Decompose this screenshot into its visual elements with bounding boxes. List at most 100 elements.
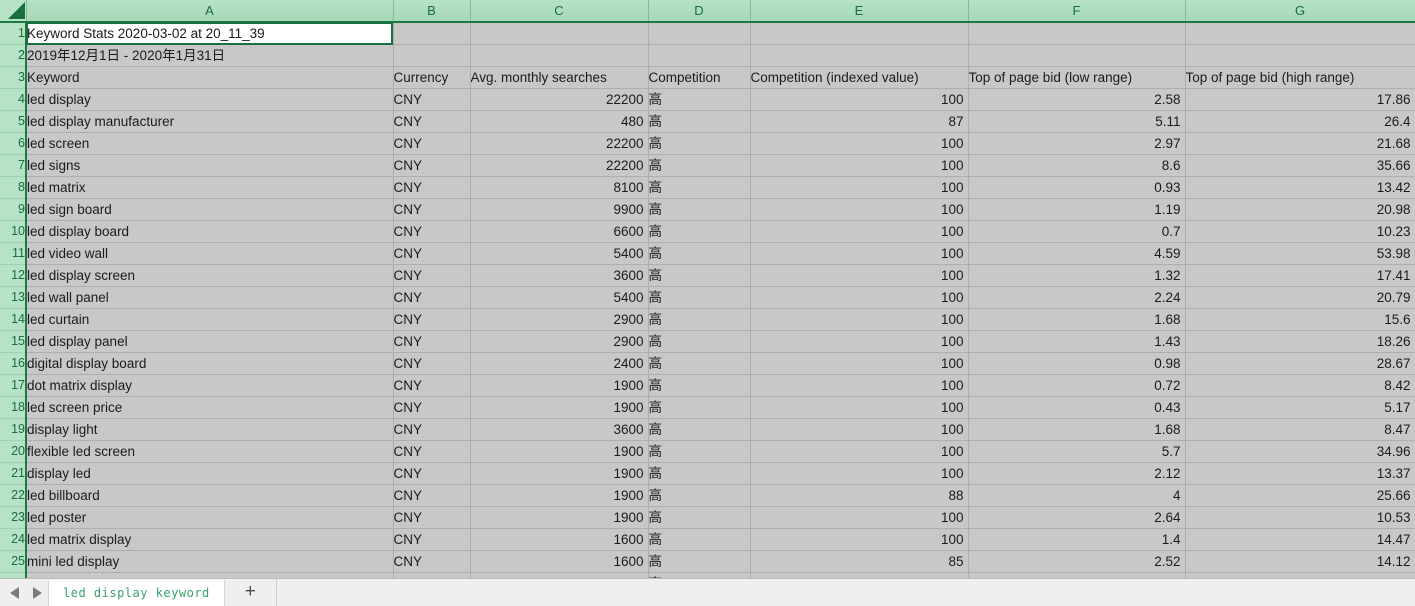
cell-B20[interactable]: CNY <box>393 441 470 463</box>
cell-A8[interactable]: led matrix <box>26 177 393 199</box>
cell-A3[interactable]: Keyword <box>26 67 393 89</box>
cell-B22[interactable]: CNY <box>393 485 470 507</box>
cell-C1[interactable] <box>470 22 648 45</box>
row-header-15[interactable]: 15 <box>0 331 26 353</box>
cell-E14[interactable]: 100 <box>750 309 968 331</box>
cell-D6[interactable]: 高 <box>648 133 750 155</box>
cell-F6[interactable]: 2.97 <box>968 133 1185 155</box>
cell-B13[interactable]: CNY <box>393 287 470 309</box>
row-header-19[interactable]: 19 <box>0 419 26 441</box>
cell-B15[interactable]: CNY <box>393 331 470 353</box>
cell-F4[interactable]: 2.58 <box>968 89 1185 111</box>
row-header-23[interactable]: 23 <box>0 507 26 529</box>
cell-B21[interactable]: CNY <box>393 463 470 485</box>
cell-D16[interactable]: 高 <box>648 353 750 375</box>
cell-F18[interactable]: 0.43 <box>968 397 1185 419</box>
cell-G14[interactable]: 15.6 <box>1185 309 1415 331</box>
row-header-3[interactable]: 3 <box>0 67 26 89</box>
row-header-7[interactable]: 7 <box>0 155 26 177</box>
column-header-a[interactable]: A <box>26 0 393 22</box>
cell-C9[interactable]: 9900 <box>470 199 648 221</box>
cell-C17[interactable]: 1900 <box>470 375 648 397</box>
cell-B9[interactable]: CNY <box>393 199 470 221</box>
cell-A24[interactable]: led matrix display <box>26 529 393 551</box>
cell-B16[interactable]: CNY <box>393 353 470 375</box>
column-header-b[interactable]: B <box>393 0 470 22</box>
cell-E10[interactable]: 100 <box>750 221 968 243</box>
cell-B24[interactable]: CNY <box>393 529 470 551</box>
cell-F20[interactable]: 5.7 <box>968 441 1185 463</box>
cell-F17[interactable]: 0.72 <box>968 375 1185 397</box>
cell-E12[interactable]: 100 <box>750 265 968 287</box>
cell-E4[interactable]: 100 <box>750 89 968 111</box>
cell-E23[interactable]: 100 <box>750 507 968 529</box>
row-header-5[interactable]: 5 <box>0 111 26 133</box>
cell-G12[interactable]: 17.41 <box>1185 265 1415 287</box>
cell-G5[interactable]: 26.4 <box>1185 111 1415 133</box>
cell-B23[interactable]: CNY <box>393 507 470 529</box>
cell-D24[interactable]: 高 <box>648 529 750 551</box>
cell-A21[interactable]: display led <box>26 463 393 485</box>
cell-C10[interactable]: 6600 <box>470 221 648 243</box>
cell-G11[interactable]: 53.98 <box>1185 243 1415 265</box>
cell-C19[interactable]: 3600 <box>470 419 648 441</box>
cell-B6[interactable]: CNY <box>393 133 470 155</box>
cell-C2[interactable] <box>470 45 648 67</box>
cell-F11[interactable]: 4.59 <box>968 243 1185 265</box>
cell-C22[interactable]: 1900 <box>470 485 648 507</box>
cell-B4[interactable]: CNY <box>393 89 470 111</box>
row-header-25[interactable]: 25 <box>0 551 26 573</box>
cell-D15[interactable]: 高 <box>648 331 750 353</box>
row-header-1[interactable]: 1 <box>0 22 26 45</box>
cell-D19[interactable]: 高 <box>648 419 750 441</box>
row-header-24[interactable]: 24 <box>0 529 26 551</box>
cell-C15[interactable]: 2900 <box>470 331 648 353</box>
cell-G6[interactable]: 21.68 <box>1185 133 1415 155</box>
cell-E7[interactable]: 100 <box>750 155 968 177</box>
cell-F2[interactable] <box>968 45 1185 67</box>
cell-A17[interactable]: dot matrix display <box>26 375 393 397</box>
cell-A23[interactable]: led poster <box>26 507 393 529</box>
cell-G25[interactable]: 14.12 <box>1185 551 1415 573</box>
cell-B14[interactable]: CNY <box>393 309 470 331</box>
cell-E19[interactable]: 100 <box>750 419 968 441</box>
cell-G1[interactable] <box>1185 22 1415 45</box>
cell-E3[interactable]: Competition (indexed value) <box>750 67 968 89</box>
cell-E2[interactable] <box>750 45 968 67</box>
cell-D20[interactable]: 高 <box>648 441 750 463</box>
cell-G22[interactable]: 25.66 <box>1185 485 1415 507</box>
column-header-c[interactable]: C <box>470 0 648 22</box>
cell-A10[interactable]: led display board <box>26 221 393 243</box>
cell-C8[interactable]: 8100 <box>470 177 648 199</box>
cell-A18[interactable]: led screen price <box>26 397 393 419</box>
cell-G4[interactable]: 17.86 <box>1185 89 1415 111</box>
cell-A1[interactable]: Keyword Stats 2020-03-02 at 20_11_39 <box>26 22 393 45</box>
cell-G9[interactable]: 20.98 <box>1185 199 1415 221</box>
cell-E17[interactable]: 100 <box>750 375 968 397</box>
cell-E5[interactable]: 87 <box>750 111 968 133</box>
cell-G2[interactable] <box>1185 45 1415 67</box>
cell-C24[interactable]: 1600 <box>470 529 648 551</box>
cell-E20[interactable]: 100 <box>750 441 968 463</box>
cell-F22[interactable]: 4 <box>968 485 1185 507</box>
next-sheet-arrow-icon[interactable] <box>33 587 42 599</box>
cell-G10[interactable]: 10.23 <box>1185 221 1415 243</box>
cell-D14[interactable]: 高 <box>648 309 750 331</box>
cell-E24[interactable]: 100 <box>750 529 968 551</box>
cell-B11[interactable]: CNY <box>393 243 470 265</box>
cell-D25[interactable]: 高 <box>648 551 750 573</box>
row-header-12[interactable]: 12 <box>0 265 26 287</box>
cell-C18[interactable]: 1900 <box>470 397 648 419</box>
cell-D11[interactable]: 高 <box>648 243 750 265</box>
row-header-8[interactable]: 8 <box>0 177 26 199</box>
cell-C5[interactable]: 480 <box>470 111 648 133</box>
cell-E9[interactable]: 100 <box>750 199 968 221</box>
cell-C21[interactable]: 1900 <box>470 463 648 485</box>
row-header-10[interactable]: 10 <box>0 221 26 243</box>
cell-G24[interactable]: 14.47 <box>1185 529 1415 551</box>
cell-B10[interactable]: CNY <box>393 221 470 243</box>
cell-C11[interactable]: 5400 <box>470 243 648 265</box>
cell-E1[interactable] <box>750 22 968 45</box>
cell-D21[interactable]: 高 <box>648 463 750 485</box>
cell-D23[interactable]: 高 <box>648 507 750 529</box>
